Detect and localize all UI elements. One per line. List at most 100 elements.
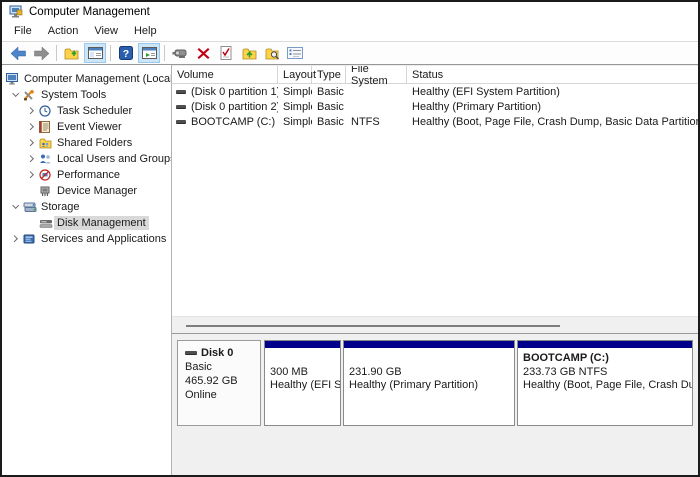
column-header-type[interactable]: Type <box>312 66 346 83</box>
show-action-pane-icon[interactable] <box>138 43 160 63</box>
folder-search-icon[interactable] <box>261 43 283 63</box>
table-row[interactable]: BOOTCAMP (C:) Simple Basic NTFS Healthy … <box>172 114 698 129</box>
disk-info-panel[interactable]: Disk 0 Basic 465.92 GB Online <box>177 340 261 426</box>
sidebar-item-task-scheduler[interactable]: Task Scheduler <box>2 103 171 119</box>
sidebar-item-computer-management[interactable]: Computer Management (Local <box>2 71 171 87</box>
sidebar-item-system-tools[interactable]: System Tools <box>2 87 171 103</box>
sidebar-item-label: Event Viewer <box>54 120 125 134</box>
volume-icon <box>176 90 186 94</box>
sidebar-item-local-users-and-groups[interactable]: Local Users and Groups <box>2 151 171 167</box>
volume-type: Basic <box>312 86 346 98</box>
chevron-right-icon[interactable] <box>8 236 23 241</box>
table-row[interactable]: (Disk 0 partition 1) Simple Basic Health… <box>172 84 698 99</box>
table-row[interactable]: (Disk 0 partition 2) Simple Basic Health… <box>172 99 698 114</box>
performance-icon <box>39 169 54 181</box>
sidebar-item-device-manager[interactable]: Device Manager <box>2 183 171 199</box>
volume-table-header: Volume Layout Type File System Status <box>172 66 698 84</box>
graphical-disk-pane: Disk 0 Basic 465.92 GB Online 300 MB Hea… <box>172 334 698 476</box>
toolbar-separator <box>164 45 165 61</box>
partition-bootcamp[interactable]: BOOTCAMP (C:) 233.73 GB NTFS Healthy (Bo… <box>517 340 693 426</box>
partition-color-bar <box>518 341 692 350</box>
partition-2[interactable]: 231.90 GB Healthy (Primary Partition) <box>343 340 515 426</box>
volume-list-pane: Volume Layout Type File System Status (D… <box>172 66 698 316</box>
volume-status: Healthy (EFI System Partition) <box>407 86 698 98</box>
chevron-down-icon[interactable] <box>8 205 23 208</box>
menu-view[interactable]: View <box>86 23 126 39</box>
chevron-right-icon[interactable] <box>24 172 39 177</box>
partition-color-bar <box>344 341 514 350</box>
checklist-icon[interactable] <box>215 43 237 63</box>
disk-row: Disk 0 Basic 465.92 GB Online 300 MB Hea… <box>177 340 698 426</box>
column-header-file-system[interactable]: File System <box>346 66 407 83</box>
column-header-volume[interactable]: Volume <box>172 66 278 83</box>
help-icon[interactable]: ? <box>115 43 137 63</box>
partition-1[interactable]: 300 MB Healthy (EFI Sy <box>264 340 341 426</box>
toolbar: ? <box>2 41 698 65</box>
show-console-tree-icon[interactable] <box>84 43 106 63</box>
partition-size: 231.90 GB <box>349 366 509 380</box>
chevron-right-icon[interactable] <box>24 108 39 113</box>
partition-size: 233.73 GB NTFS <box>523 366 687 380</box>
export-folder-icon[interactable] <box>61 43 83 63</box>
volume-status: Healthy (Primary Partition) <box>407 101 698 113</box>
properties-icon[interactable] <box>284 43 306 63</box>
sidebar-item-label: Device Manager <box>54 184 140 198</box>
sidebar-item-label: Shared Folders <box>54 136 135 150</box>
sidebar-item-event-viewer[interactable]: Event Viewer <box>2 119 171 135</box>
volume-layout: Simple <box>278 86 312 98</box>
folder-up-icon[interactable] <box>238 43 260 63</box>
menu-file[interactable]: File <box>6 23 40 39</box>
computer-icon <box>6 73 21 85</box>
device-icon[interactable] <box>169 43 191 63</box>
horizontal-scrollbar[interactable] <box>172 316 698 334</box>
scrollbar-thumb[interactable] <box>186 325 560 327</box>
volume-icon <box>176 105 186 109</box>
tools-icon <box>23 89 38 101</box>
title-bar: Computer Management <box>2 2 698 21</box>
chevron-right-icon[interactable] <box>24 124 39 129</box>
chevron-right-icon[interactable] <box>24 140 39 145</box>
disk-name: Disk 0 <box>201 346 233 360</box>
menu-action[interactable]: Action <box>40 23 87 39</box>
window-title: Computer Management <box>29 6 150 18</box>
content-area: Computer Management (Local System Tools … <box>2 65 698 476</box>
sidebar-item-services-and-applications[interactable]: Services and Applications <box>2 231 171 247</box>
menu-bar: File Action View Help <box>2 21 698 41</box>
disk-icon <box>39 218 54 229</box>
column-header-layout[interactable]: Layout <box>278 66 312 83</box>
services-icon <box>23 233 38 245</box>
log-icon <box>39 121 54 133</box>
svg-text:?: ? <box>123 48 129 60</box>
sidebar-item-storage[interactable]: Storage <box>2 199 171 215</box>
partition-color-bar <box>265 341 340 350</box>
partition-status: Healthy (Boot, Page File, Crash Dur <box>523 379 687 393</box>
sidebar-item-label: System Tools <box>38 88 109 102</box>
disk-size: 465.92 GB <box>185 374 260 388</box>
sidebar-item-label: Disk Management <box>54 216 149 230</box>
chevron-right-icon[interactable] <box>24 156 39 161</box>
partition-name: BOOTCAMP (C:) <box>523 352 687 366</box>
column-header-status[interactable]: Status <box>407 66 698 83</box>
chevron-down-icon[interactable] <box>8 93 23 96</box>
delete-icon[interactable] <box>192 43 214 63</box>
forward-icon[interactable] <box>30 43 52 63</box>
device-manager-icon <box>39 185 54 197</box>
partition-status: Healthy (Primary Partition) <box>349 379 509 393</box>
disk-status: Online <box>185 388 260 402</box>
volume-type: Basic <box>312 116 346 128</box>
toolbar-separator <box>110 45 111 61</box>
sidebar-item-label: Task Scheduler <box>54 104 135 118</box>
volume-name: (Disk 0 partition 1) <box>191 86 278 98</box>
partition-name <box>270 352 335 366</box>
main-panel: Volume Layout Type File System Status (D… <box>172 65 698 476</box>
volume-layout: Simple <box>278 116 312 128</box>
sidebar-item-label: Services and Applications <box>38 232 169 246</box>
sidebar-item-disk-management[interactable]: Disk Management <box>2 215 171 231</box>
toolbar-separator <box>56 45 57 61</box>
back-icon[interactable] <box>7 43 29 63</box>
sidebar-item-performance[interactable]: Performance <box>2 167 171 183</box>
sidebar-item-shared-folders[interactable]: Shared Folders <box>2 135 171 151</box>
sidebar-item-label: Storage <box>38 200 83 214</box>
volume-icon <box>176 120 186 124</box>
menu-help[interactable]: Help <box>126 23 165 39</box>
